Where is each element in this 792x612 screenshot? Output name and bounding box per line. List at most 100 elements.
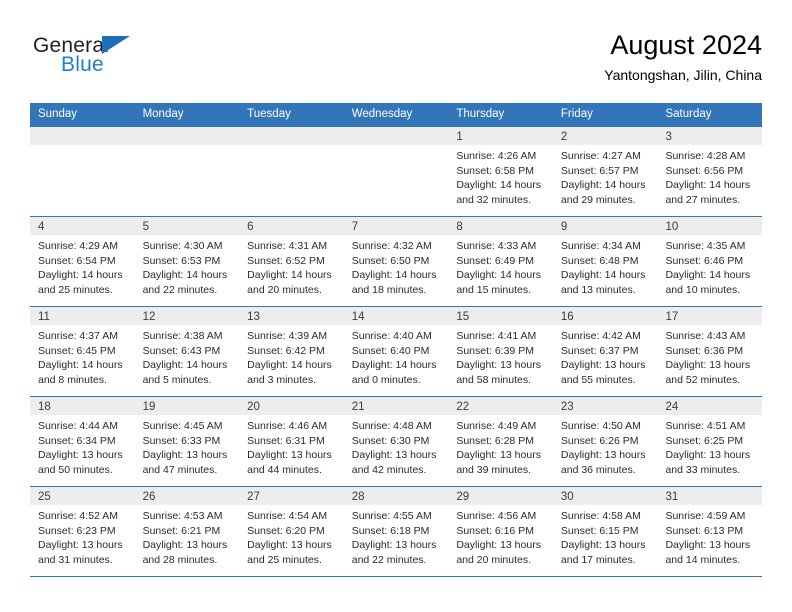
daylight-text-line1: Daylight: 13 hours	[142, 449, 228, 462]
sunrise-text: Sunrise: 4:48 AM	[351, 420, 432, 432]
day-cell-empty	[239, 127, 344, 216]
day-number: 1	[456, 131, 463, 143]
daylight-text-line2: and 13 minutes.	[560, 283, 636, 296]
daylight-text-line2: and 28 minutes.	[142, 553, 218, 566]
day-cell[interactable]: 13 Sunrise: 4:39 AM Sunset: 6:42 PM Dayligh…	[239, 307, 344, 396]
day-cell[interactable]: 23 Sunrise: 4:50 AM Sunset: 6:26 PM Dayligh…	[552, 397, 658, 486]
daylight-text-line2: and 14 minutes.	[665, 553, 741, 566]
day-cell[interactable]: 10 Sunrise: 4:35 AM Sunset: 6:46 PM Dayligh…	[657, 217, 763, 306]
weekday-header-row: Sunday Monday Tuesday Wednesday Thursday…	[30, 103, 762, 126]
day-cell[interactable]: 6 Sunrise: 4:31 AM Sunset: 6:52 PM Daylight…	[239, 217, 344, 306]
sunrise-text: Sunrise: 4:31 AM	[247, 240, 328, 252]
day-details: Sunrise: 4:51 AM Sunset: 6:25 PM Daylight:…	[657, 415, 762, 477]
day-cell[interactable]: 22 Sunrise: 4:49 AM Sunset: 6:28 PM Dayligh…	[448, 397, 553, 486]
daylight-text-line1: Daylight: 14 hours	[142, 269, 228, 282]
day-cell[interactable]: 20 Sunrise: 4:46 AM Sunset: 6:31 PM Dayligh…	[239, 397, 344, 486]
day-cell[interactable]: 4 Sunrise: 4:29 AM Sunset: 6:54 PM Daylight…	[30, 217, 135, 306]
daylight-text-line2: and 47 minutes.	[142, 463, 218, 476]
daylight-text-line1: Daylight: 14 hours	[456, 179, 541, 192]
day-cell[interactable]: 7 Sunrise: 4:32 AM Sunset: 6:50 PM Daylight…	[343, 217, 449, 306]
day-cell[interactable]: 30 Sunrise: 4:58 AM Sunset: 6:15 PM Dayligh…	[552, 487, 658, 576]
day-cell[interactable]: 24 Sunrise: 4:51 AM Sunset: 6:25 PM Dayligh…	[657, 397, 763, 486]
day-number: 16	[560, 311, 574, 323]
sunset-text: Sunset: 6:46 PM	[665, 254, 744, 267]
day-cell[interactable]: 11 Sunrise: 4:37 AM Sunset: 6:45 PM Dayligh…	[30, 307, 135, 396]
day-number: 2	[560, 131, 568, 143]
day-number-band: 11	[30, 307, 135, 325]
day-details: Sunrise: 4:45 AM Sunset: 6:33 PM Daylight:…	[135, 415, 240, 477]
sunrise-text: Sunrise: 4:56 AM	[456, 510, 537, 522]
day-cell[interactable]: 19 Sunrise: 4:45 AM Sunset: 6:33 PM Dayligh…	[134, 397, 240, 486]
daylight-text-line2: and 42 minutes.	[351, 463, 427, 476]
day-cell[interactable]: 2 Sunrise: 4:27 AM Sunset: 6:57 PM Daylight…	[552, 127, 658, 216]
sunrise-text: Sunrise: 4:59 AM	[665, 510, 746, 522]
day-number: 31	[665, 491, 679, 503]
day-cell[interactable]: 17 Sunrise: 4:43 AM Sunset: 6:36 PM Dayligh…	[657, 307, 763, 396]
day-details: Sunrise: 4:52 AM Sunset: 6:23 PM Daylight:…	[30, 505, 135, 567]
day-details: Sunrise: 4:30 AM Sunset: 6:53 PM Daylight:…	[135, 235, 240, 297]
day-details: Sunrise: 4:33 AM Sunset: 6:49 PM Daylight:…	[448, 235, 553, 297]
day-number-band	[134, 127, 240, 145]
daylight-text-line1: Daylight: 13 hours	[665, 449, 751, 462]
day-number: 4	[38, 221, 45, 233]
sunrise-text: Sunrise: 4:45 AM	[142, 420, 223, 432]
sunrise-text: Sunrise: 4:28 AM	[665, 150, 746, 162]
day-cell[interactable]: 15 Sunrise: 4:41 AM Sunset: 6:39 PM Dayligh…	[448, 307, 553, 396]
sunset-text: Sunset: 6:18 PM	[351, 524, 430, 537]
day-details: Sunrise: 4:38 AM Sunset: 6:43 PM Daylight:…	[135, 325, 240, 387]
day-number-band: 29	[448, 487, 553, 505]
day-number: 5	[142, 221, 149, 233]
day-details: Sunrise: 4:58 AM Sunset: 6:15 PM Daylight:…	[553, 505, 658, 567]
daylight-text-line2: and 58 minutes.	[456, 373, 532, 386]
day-number: 23	[560, 401, 574, 413]
day-cell[interactable]: 21 Sunrise: 4:48 AM Sunset: 6:30 PM Dayligh…	[343, 397, 449, 486]
day-cell[interactable]: 25 Sunrise: 4:52 AM Sunset: 6:23 PM Dayligh…	[30, 487, 135, 576]
day-cell[interactable]: 12 Sunrise: 4:38 AM Sunset: 6:43 PM Dayligh…	[134, 307, 240, 396]
daylight-text-line2: and 44 minutes.	[247, 463, 322, 476]
day-cell[interactable]: 28 Sunrise: 4:55 AM Sunset: 6:18 PM Dayligh…	[343, 487, 449, 576]
daylight-text-line2: and 10 minutes.	[665, 283, 741, 296]
daylight-text-line1: Daylight: 13 hours	[560, 449, 646, 462]
sunset-text: Sunset: 6:42 PM	[247, 344, 325, 357]
daylight-text-line1: Daylight: 14 hours	[351, 269, 437, 282]
day-details: Sunrise: 4:46 AM Sunset: 6:31 PM Daylight:…	[239, 415, 344, 477]
sunset-text: Sunset: 6:34 PM	[38, 434, 116, 447]
day-cell[interactable]: 27 Sunrise: 4:54 AM Sunset: 6:20 PM Dayligh…	[239, 487, 344, 576]
day-cell[interactable]: 5 Sunrise: 4:30 AM Sunset: 6:53 PM Daylight…	[134, 217, 240, 306]
day-cell[interactable]: 31 Sunrise: 4:59 AM Sunset: 6:13 PM Dayligh…	[657, 487, 763, 576]
day-cell[interactable]: 16 Sunrise: 4:42 AM Sunset: 6:37 PM Dayligh…	[552, 307, 658, 396]
day-number: 3	[665, 131, 672, 143]
daylight-text-line2: and 5 minutes.	[142, 373, 212, 386]
day-details: Sunrise: 4:26 AM Sunset: 6:58 PM Daylight:…	[448, 145, 553, 207]
day-cell[interactable]: 29 Sunrise: 4:56 AM Sunset: 6:16 PM Dayligh…	[448, 487, 553, 576]
day-cell[interactable]: 26 Sunrise: 4:53 AM Sunset: 6:21 PM Dayligh…	[134, 487, 240, 576]
daylight-text-line1: Daylight: 14 hours	[38, 359, 123, 372]
day-cell[interactable]: 9 Sunrise: 4:34 AM Sunset: 6:48 PM Daylight…	[552, 217, 658, 306]
day-number: 29	[456, 491, 470, 503]
day-details: Sunrise: 4:35 AM Sunset: 6:46 PM Daylight:…	[657, 235, 762, 297]
day-cell[interactable]: 18 Sunrise: 4:44 AM Sunset: 6:34 PM Dayligh…	[30, 397, 135, 486]
day-number-band: 26	[134, 487, 240, 505]
daylight-text-line2: and 39 minutes.	[456, 463, 532, 476]
day-number: 25	[38, 491, 51, 503]
day-cell[interactable]: 1 Sunrise: 4:26 AM Sunset: 6:58 PM Daylight…	[448, 127, 553, 216]
day-number-band: 12	[134, 307, 240, 325]
day-number: 26	[142, 491, 156, 503]
day-number-band: 9	[552, 217, 658, 235]
day-cell[interactable]: 8 Sunrise: 4:33 AM Sunset: 6:49 PM Daylight…	[448, 217, 553, 306]
daylight-text-line1: Daylight: 14 hours	[351, 359, 437, 372]
day-details: Sunrise: 4:39 AM Sunset: 6:42 PM Daylight:…	[239, 325, 344, 387]
day-cell[interactable]: 14 Sunrise: 4:40 AM Sunset: 6:40 PM Dayligh…	[343, 307, 449, 396]
day-cell-empty	[134, 127, 240, 216]
daylight-text-line1: Daylight: 13 hours	[665, 359, 751, 372]
day-number: 6	[247, 221, 254, 233]
daylight-text-line1: Daylight: 14 hours	[456, 269, 541, 282]
day-number-band: 28	[343, 487, 449, 505]
sunset-text: Sunset: 6:52 PM	[247, 254, 325, 267]
sunrise-text: Sunrise: 4:52 AM	[38, 510, 118, 522]
daylight-text-line2: and 50 minutes.	[38, 463, 113, 476]
general-blue-logo[interactable]: General Blue	[30, 34, 230, 86]
day-cell[interactable]: 3 Sunrise: 4:28 AM Sunset: 6:56 PM Daylight…	[657, 127, 763, 216]
sunrise-text: Sunrise: 4:49 AM	[456, 420, 537, 432]
sunrise-text: Sunrise: 4:46 AM	[247, 420, 328, 432]
